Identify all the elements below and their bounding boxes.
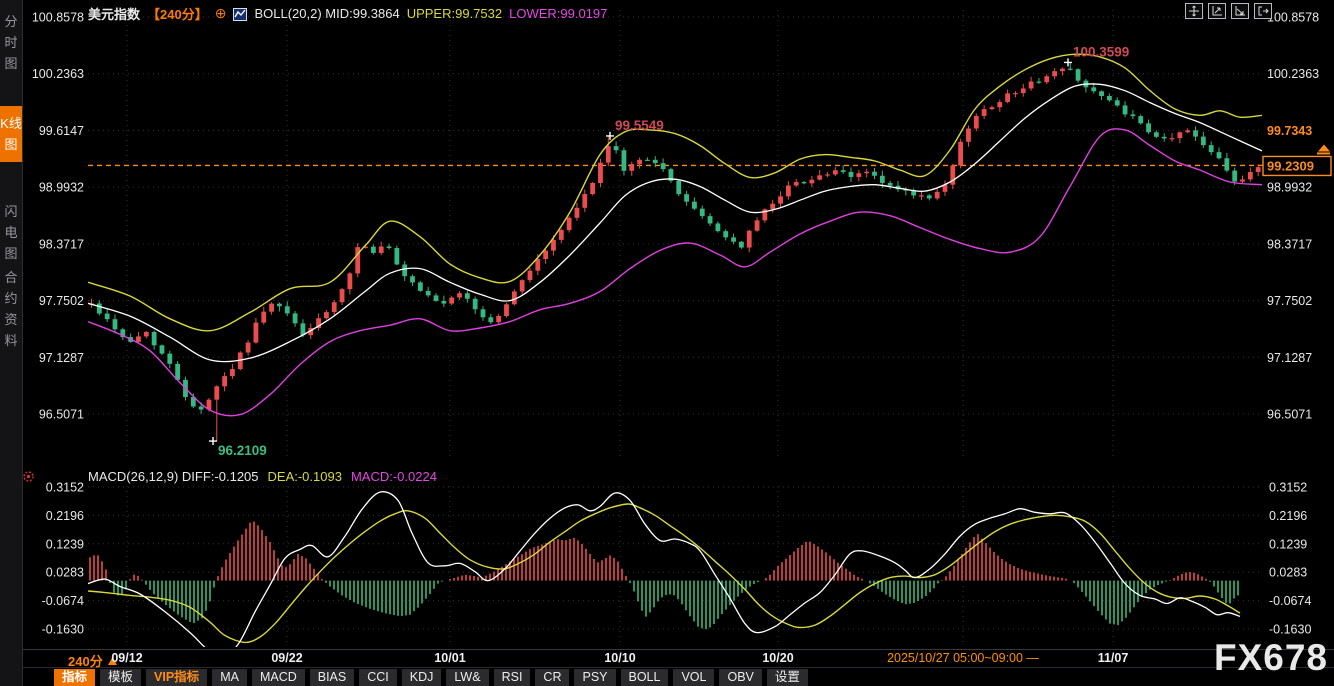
indicator-button-VOL[interactable]: VOL (673, 669, 714, 686)
candlesticks (89, 62, 1260, 441)
chart-label: 100.8578 (32, 11, 84, 25)
chart-label: 98.3717 (39, 237, 84, 251)
extreme-marker-cross (209, 437, 217, 445)
chart-label: 0.1239 (1269, 537, 1307, 551)
chart-label: -0.1630 (1269, 623, 1311, 637)
x-axis-tick-label: 10/01 (434, 651, 465, 665)
indicator-button-PSY[interactable]: PSY (574, 669, 615, 686)
macd-diff-value: MACD(26,12,9) DIFF:-0.1205 (88, 469, 259, 485)
sidebar-tab-1[interactable]: K线图 (0, 106, 22, 162)
chart-label: -0.0674 (42, 594, 84, 608)
chart-label: 0.1239 (46, 537, 84, 551)
symbol-name: 美元指数 (88, 4, 140, 23)
chart-label: 100.8578 (1267, 11, 1319, 25)
pan-tool-icon[interactable] (1185, 3, 1203, 19)
fx678-watermark: FX678 (1214, 637, 1328, 679)
chart-label: 98.9932 (1267, 181, 1312, 195)
chart-type-sidebar: 分时图K线图闪电图合约资料 (0, 0, 23, 686)
sidebar-tab-0[interactable]: 分时图 (0, 4, 22, 81)
boll-indicator-icon (233, 7, 247, 21)
trading-app-window: 分时图K线图闪电图合约资料 美元指数 【240分】 ⊕ BOLL(20,2) M… (0, 0, 1334, 686)
indicator-settings-icon[interactable] (22, 470, 35, 483)
boll-lower-line (88, 129, 1262, 416)
export-chart-icon[interactable] (1254, 3, 1272, 19)
chart-label: 99.6147 (39, 124, 84, 138)
timeframe-selector[interactable]: 240分 (68, 651, 117, 670)
chart-label: 0.3152 (46, 481, 84, 495)
period-badge: 【240分】 (147, 4, 208, 23)
x-axis-tick-label: 09/22 (271, 651, 302, 665)
indicator-button-MACD[interactable]: MACD (252, 669, 305, 686)
x-axis-tick-label: 10/10 (604, 651, 635, 665)
indicator-button-指标[interactable]: 指标 (54, 669, 95, 686)
scale-right-axis-icon[interactable] (1231, 3, 1249, 19)
chart-label: 0.0283 (46, 566, 84, 580)
indicator-button-KDJ[interactable]: KDJ (402, 669, 442, 686)
indicator-button-CR[interactable]: CR (535, 669, 569, 686)
chart-header: 美元指数 【240分】 ⊕ BOLL(20,2) MID:99.3864 UPP… (88, 5, 607, 22)
chart-label: 0.0283 (1269, 566, 1307, 580)
chart-label: 99.5549 (615, 118, 664, 133)
extreme-marker-cross (606, 132, 614, 140)
indicator-button-BIAS[interactable]: BIAS (310, 669, 355, 686)
x-axis-tick-label: 09/12 (111, 651, 142, 665)
macd-histogram (90, 522, 1238, 630)
chart-label: 100.2363 (32, 67, 84, 81)
chart-label: 96.5071 (1267, 408, 1312, 422)
indicator-button-LW&[interactable]: LW& (446, 669, 488, 686)
price-and-macd-chart[interactable]: 99.5549 100.3599 96.2109 100.8578 100.8578 10… (0, 0, 1334, 686)
timeframe-label: 240分 (68, 651, 103, 670)
chart-label: 97.7502 (39, 294, 84, 308)
macd-dea-value: DEA:-0.1093 (268, 469, 342, 485)
indicator-toolbar: 指标模板 VIP指标 MA MACD BIASCCI KDJLW&RSICR PSY BOLL… (54, 669, 808, 686)
indicator-button-MA[interactable]: MA (212, 669, 247, 686)
x-axis-tick-label: 10/20 (762, 651, 793, 665)
indicator-button-模板[interactable]: 模板 (100, 669, 141, 686)
jump-to-latest-icon[interactable] (1317, 144, 1330, 154)
chart-label: -0.1630 (42, 623, 84, 637)
boll-values: BOLL(20,2) MID:99.3864 (254, 6, 399, 21)
indicator-button-设置[interactable]: 设置 (767, 669, 808, 686)
chart-label: -0.0674 (1269, 594, 1311, 608)
macd-value: MACD:-0.0224 (351, 469, 437, 485)
chart-label: 100.3599 (1073, 44, 1129, 59)
x-axis-row: 240分 2025/10/27 05:00~09:00 — 09/12 09/22… (0, 650, 1334, 667)
chart-label: 0.3152 (1269, 481, 1307, 495)
macd-header: MACD(26,12,9) DIFF:-0.1205 DEA:-0.1093 M… (88, 469, 437, 485)
indicator-button-BOLL[interactable]: BOLL (621, 669, 669, 686)
chart-label: 0.2196 (46, 509, 84, 523)
boll-upper-line (88, 54, 1262, 331)
indicator-button-RSI[interactable]: RSI (494, 669, 531, 686)
indicator-button-VIP指标[interactable]: VIP指标 (146, 669, 207, 686)
chart-label: 97.7502 (1267, 294, 1312, 308)
macd-lines (88, 492, 1240, 660)
dea-line (88, 504, 1240, 642)
boll-upper-value: UPPER:99.7532 (407, 6, 502, 21)
chart-label: 96.5071 (39, 408, 84, 422)
selected-candle-date: 2025/10/27 05:00~09:00 — (882, 650, 1044, 666)
extreme-marker-cross (1064, 58, 1072, 66)
indicator-button-OBV[interactable]: OBV (719, 669, 761, 686)
grid (88, 10, 1262, 646)
chart-label: 100.2363 (1267, 67, 1319, 81)
x-axis-tick-label: 11/07 (1098, 651, 1129, 665)
chart-label: 99.7343 (1267, 124, 1312, 138)
boll-lower-value: LOWER:99.0197 (509, 6, 607, 21)
chart-label: 98.3717 (1267, 237, 1312, 251)
chart-label: 96.2109 (218, 443, 267, 458)
boll-bands (88, 54, 1262, 416)
indicator-button-CCI[interactable]: CCI (359, 669, 397, 686)
chart-label: 0.2196 (1269, 509, 1307, 523)
add-indicator-icon[interactable]: ⊕ (215, 7, 227, 20)
chart-label: 97.1287 (39, 351, 84, 365)
chart-label: 98.9932 (39, 181, 84, 195)
sidebar-tab-3[interactable]: 合约资料 (0, 260, 22, 358)
chart-label: 99.2309 (1267, 158, 1314, 173)
scale-left-axis-icon[interactable] (1208, 3, 1226, 19)
chart-toolbar-icons (1185, 3, 1272, 19)
chart-label: 97.1287 (1267, 351, 1312, 365)
